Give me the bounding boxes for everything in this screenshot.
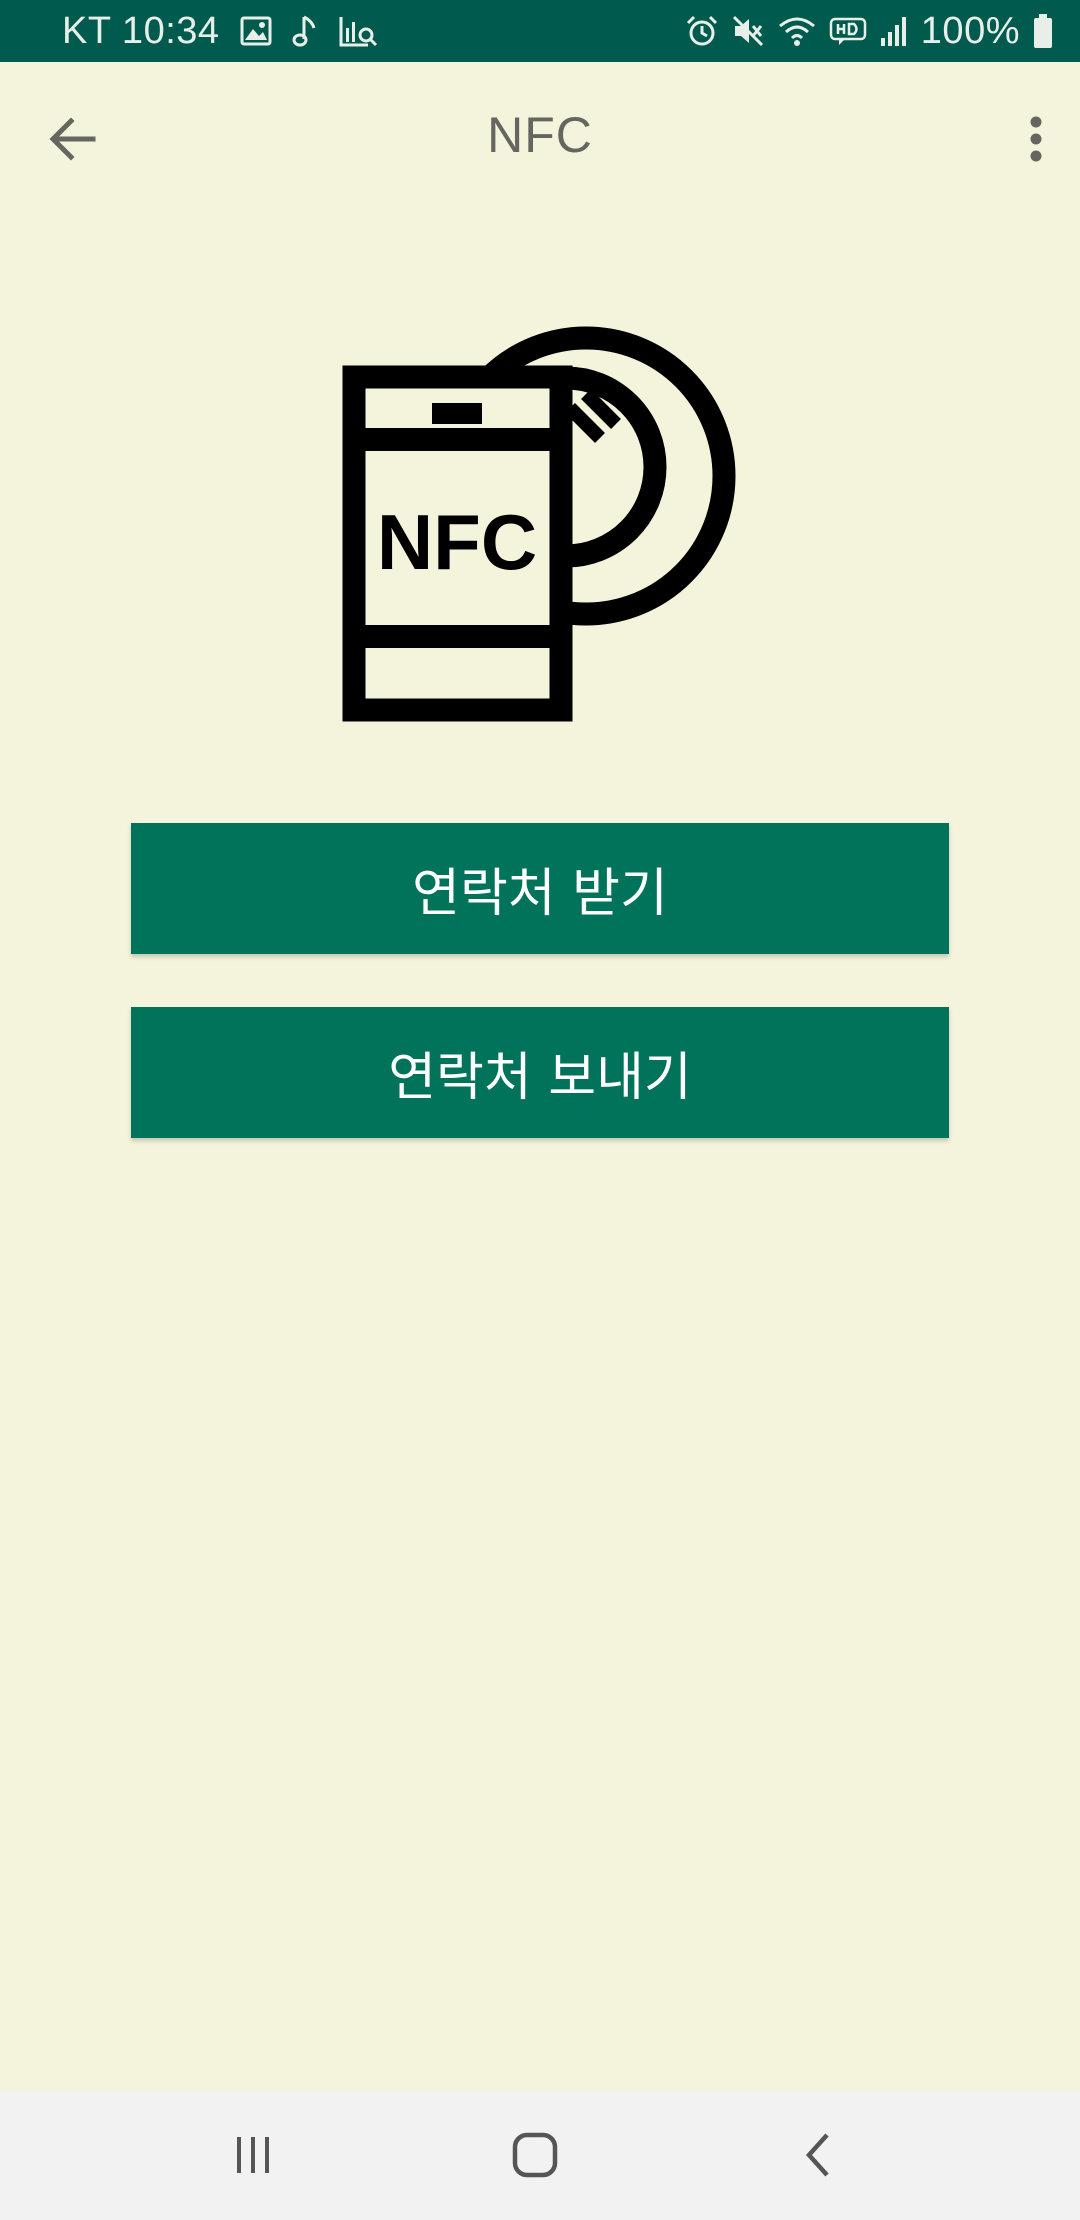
nfc-label: NFC — [377, 498, 537, 586]
signal-icon — [880, 17, 906, 46]
recent-apps-button[interactable] — [208, 2115, 298, 2195]
alarm-icon — [686, 15, 717, 46]
battery-icon — [1034, 14, 1052, 48]
chart-search-icon — [339, 17, 377, 47]
nfc-phone-icon: NFC — [342, 326, 736, 722]
battery-percent: 100% — [920, 9, 1020, 52]
mute-icon — [732, 15, 763, 47]
image-icon — [240, 16, 272, 46]
status-right: 100% — [685, 0, 1054, 62]
home-icon — [512, 2132, 558, 2178]
app-bar: NFC — [0, 62, 1080, 212]
home-button[interactable] — [490, 2115, 580, 2195]
nav-back-button[interactable] — [772, 2115, 862, 2195]
music-note-icon — [292, 15, 315, 47]
carrier-time: KT 10:34 — [62, 9, 220, 52]
page-title: NFC — [487, 107, 593, 163]
status-left: KT 10:34 — [62, 0, 378, 62]
recent-apps-icon — [237, 2137, 269, 2173]
send-contact-button[interactable]: 연락처 보내기 — [131, 1007, 949, 1138]
more-vert-icon — [1030, 116, 1042, 162]
wifi-icon — [778, 17, 815, 46]
more-options-button[interactable] — [1006, 104, 1066, 174]
receive-contact-button[interactable]: 연락처 받기 — [131, 823, 949, 954]
status-bar: KT 10:34 100% — [0, 0, 1080, 62]
back-icon — [805, 2133, 829, 2177]
system-nav-bar — [0, 2090, 1080, 2220]
hd-voice-icon — [829, 17, 867, 45]
